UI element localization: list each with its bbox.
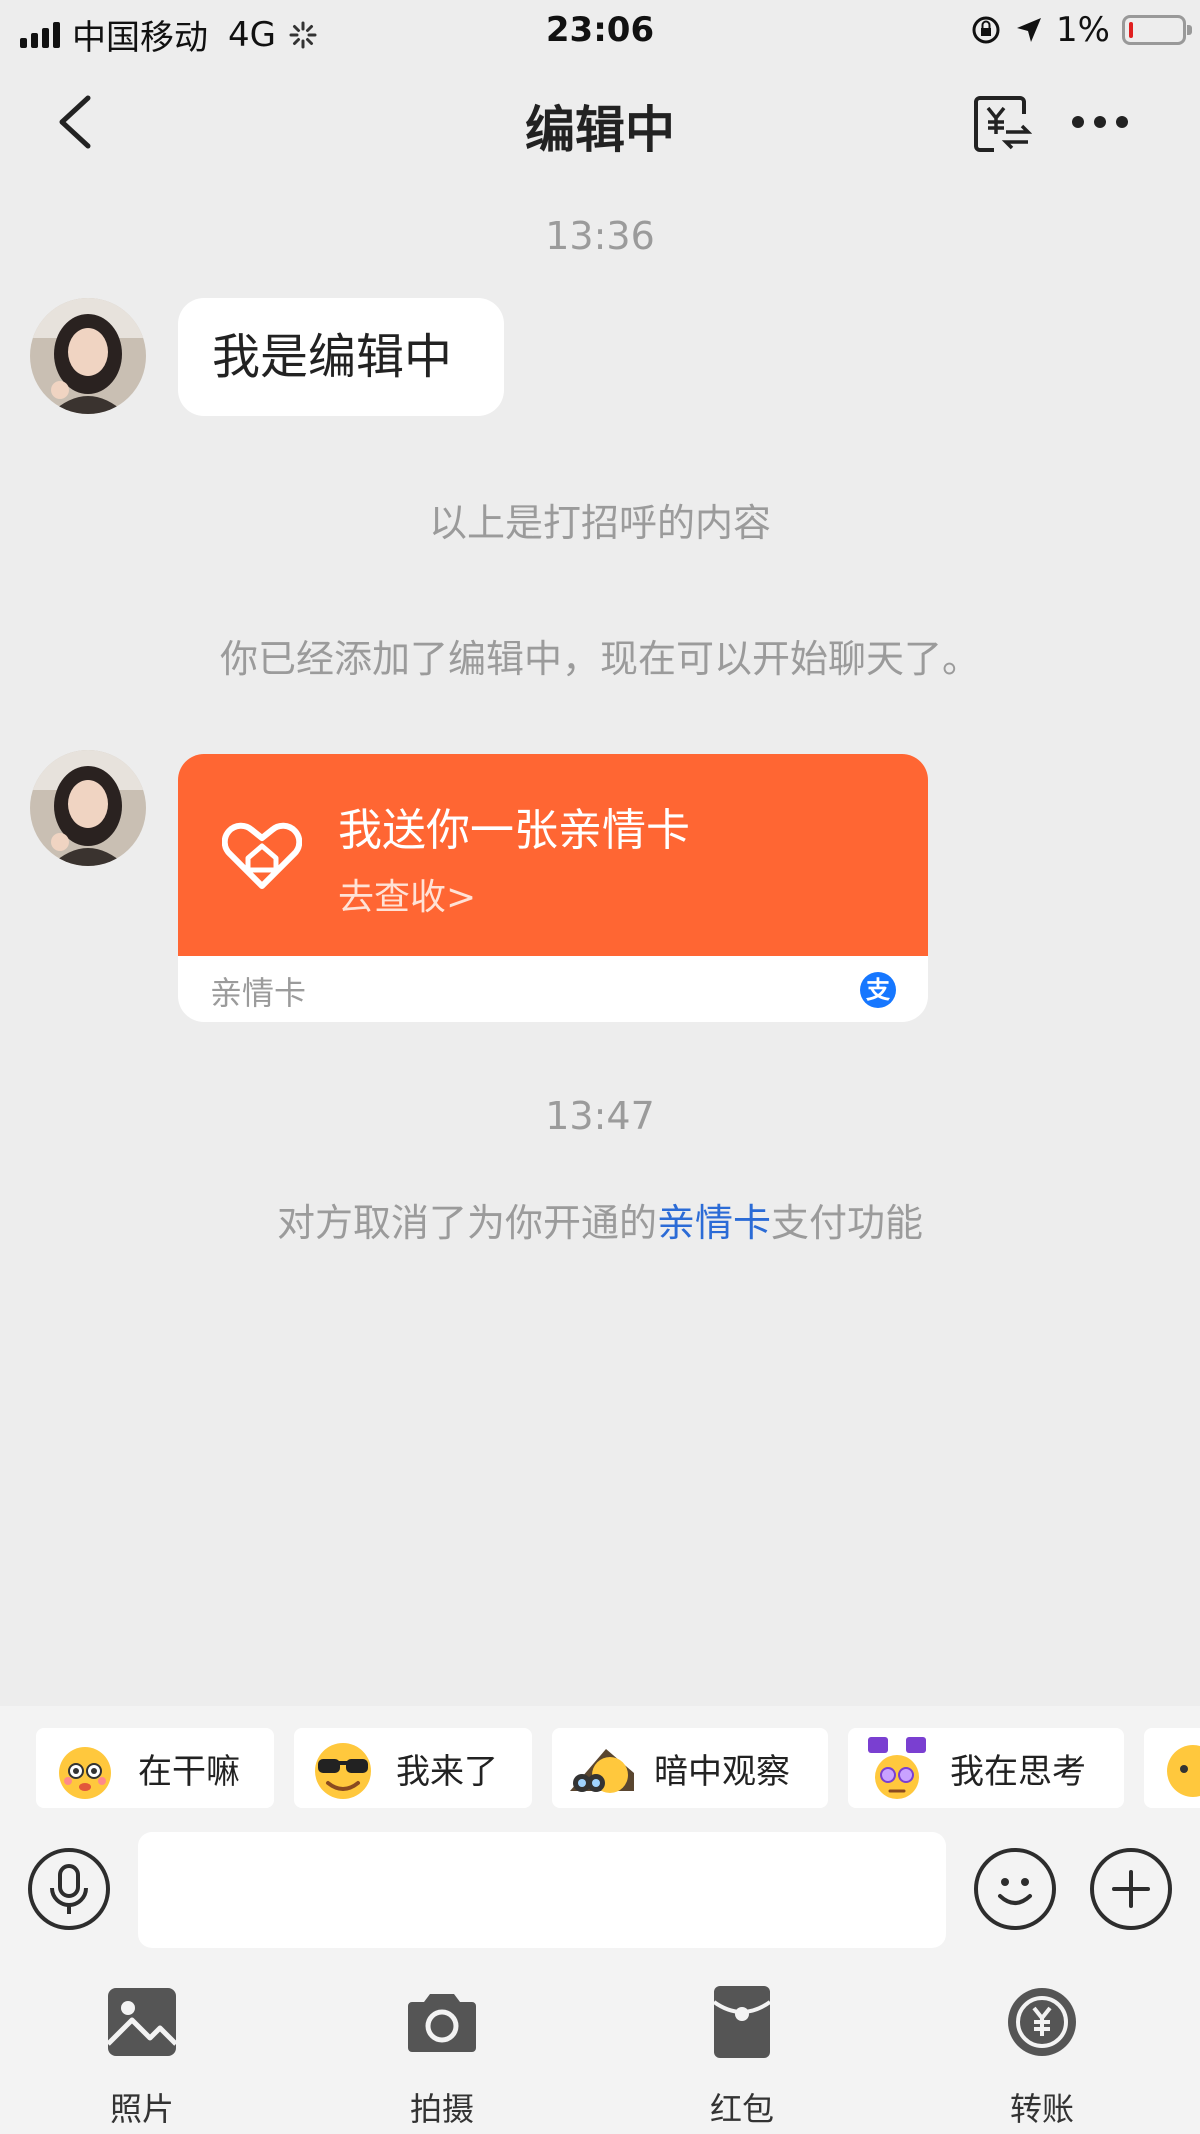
tool-label: 红包 [709,2090,774,2128]
family-card-title: 我送你一张亲情卡 [338,805,690,856]
sticker-chip[interactable] [1144,1728,1200,1808]
battery-percent: 1% [1056,10,1110,50]
more-options-icon[interactable] [1070,102,1130,142]
nav-bar: 编辑中 [0,62,1200,182]
sticker-icon [1167,1745,1200,1797]
toolbar: 照片 拍摄 红包 转账 [0,1948,1200,2134]
transfer-icon [1008,1988,1076,2056]
tool-label: 照片 [109,2090,174,2128]
what-are-you-doing-sticker-icon [59,1747,111,1799]
sticker-label: 我来了 [396,1751,498,1792]
tool-photo[interactable]: 照片 [62,1984,222,2130]
avatar[interactable] [30,750,146,866]
message-input[interactable] [138,1832,946,1948]
sticker-chip[interactable]: 暗中观察 [552,1728,828,1808]
message-bubble[interactable]: 我是编辑中 [178,298,504,416]
plus-icon [1112,1870,1150,1908]
system-note-cancel: 对方取消了为你开通的亲情卡支付功能 [0,1192,1200,1247]
status-bar: 中国移动 4G 23:06 1% [0,0,1200,62]
sticker-label: 我在思考 [950,1751,1086,1792]
family-card-footer: 亲情卡 [210,974,307,1012]
family-card-heart-home-icon [222,822,302,889]
voice-input-button[interactable] [28,1848,110,1930]
add-more-button[interactable] [1090,1848,1172,1930]
microphone-icon [50,1864,88,1914]
sticker-chip[interactable]: 我来了 [294,1728,532,1808]
smiley-face-icon [998,1878,1032,1905]
red-envelope-icon [712,1986,772,2058]
spying-binoculars-sticker-icon [570,1749,634,1793]
camera-icon [408,1994,476,2052]
cancel-note-suffix: 支付功能 [771,1201,924,1245]
message-timestamp: 13:47 [545,1094,655,1138]
cancel-note-prefix: 对方取消了为你开通的 [276,1201,657,1245]
input-row [0,1830,1200,1948]
rotation-lock-icon [972,16,1000,44]
transfer-icon[interactable] [972,92,1032,156]
sticker-suggestion-bar: 在干嘛 我来了 暗中观察 我在思考 [0,1706,1200,1830]
family-card-action[interactable]: 去查收> [338,868,476,920]
system-note-greeting: 以上是打招呼的内容 [428,501,771,545]
system-note-added: 你已经添加了编辑中，现在可以开始聊天了。 [219,637,980,681]
alipay-icon: 支 [860,972,896,1008]
message-timestamp: 13:36 [545,214,655,258]
family-card-banner: 我送你一张亲情卡 去查收> [178,754,928,956]
tool-transfer[interactable]: 转账 [962,1984,1122,2130]
tool-red-envelope[interactable]: 红包 [662,1984,822,2130]
battery-icon [1122,15,1192,45]
avatar[interactable] [30,298,146,414]
photo-icon [106,1988,178,2056]
family-card-link[interactable]: 亲情卡 [657,1201,771,1245]
tool-label: 拍摄 [409,2090,474,2128]
sticker-chip[interactable]: 我在思考 [848,1728,1124,1808]
thinking-sticker-icon [868,1737,926,1799]
location-arrow-icon [1017,18,1042,42]
emoji-button[interactable] [974,1848,1056,1930]
tool-camera[interactable]: 拍摄 [362,1984,522,2130]
sticker-chip[interactable]: 在干嘛 [36,1728,274,1808]
cool-sunglasses-sticker-icon [315,1743,371,1799]
tool-label: 转账 [1009,2090,1074,2128]
sticker-label: 在干嘛 [138,1751,240,1792]
sticker-label: 暗中观察 [654,1751,790,1792]
family-card-message[interactable]: 我送你一张亲情卡 去查收> 亲情卡 支 [178,754,928,1022]
